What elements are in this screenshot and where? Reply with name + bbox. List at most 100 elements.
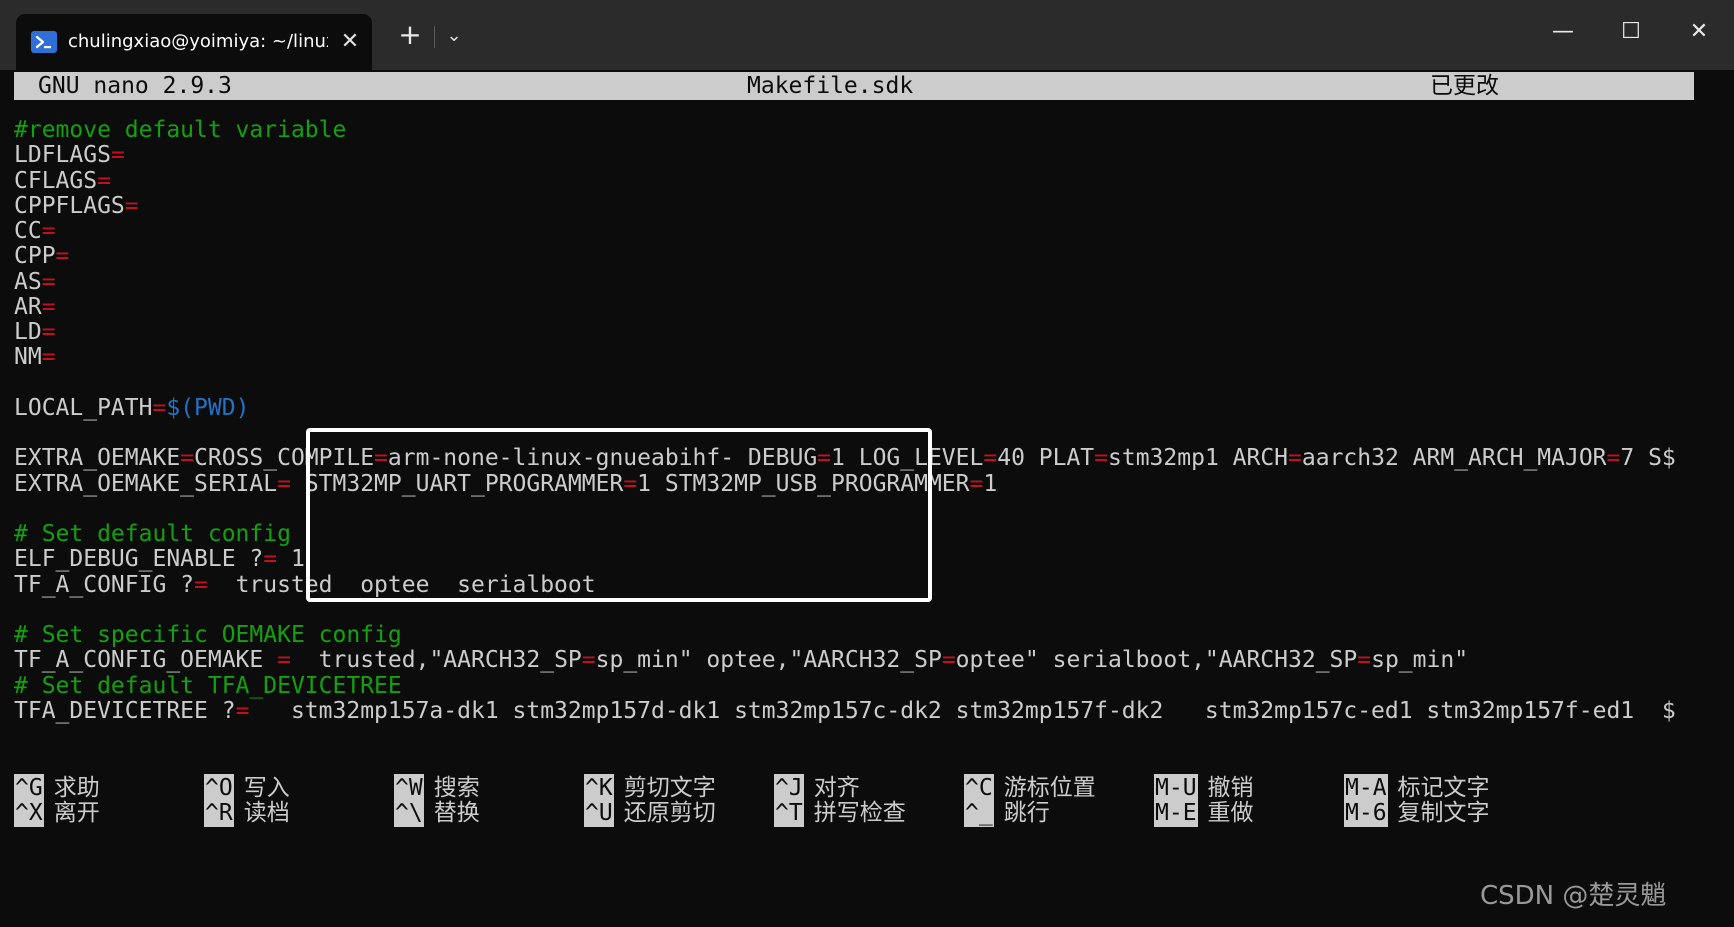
shortcut-item[interactable]: ^T 拼写检查 [774,799,906,827]
shortcut-key: M-U [1154,774,1198,802]
nano-filename: Makefile.sdk [747,73,914,99]
code-segment: = [1357,647,1372,674]
powershell-terminal-icon [31,31,57,53]
shortcut-key: ^U [584,799,614,827]
shortcut-item[interactable]: ^_ 跳行 [964,799,1050,827]
shortcut-key: ^R [204,799,234,827]
code-segment: # Set specific OEMAKE config [14,622,402,648]
shortcut-label: 搜索 [433,775,480,801]
shortcut-item[interactable]: M-E 重做 [1154,799,1254,827]
shortcut-label: 撤销 [1207,775,1254,801]
shortcut-label: 还原剪切 [623,800,716,826]
shortcut-label: 替换 [433,800,480,826]
code-line[interactable]: LD= [14,318,1714,346]
shortcut-label: 标记文字 [1397,775,1490,801]
code-segment: LOCAL_PATH [14,394,153,421]
code-segment: EXTRA_OEMAKE_SERIAL [14,470,278,497]
code-line[interactable]: CPPFLAGS= [14,192,1714,220]
shortcut-item[interactable]: ^W 搜索 [394,774,480,802]
title-bar: chulingxiao@yoimiya: ~/linux ✕ + ⌄ — ☐ ✕ [0,0,1734,70]
shortcut-key: ^G [14,774,44,802]
shortcut-item[interactable]: ^R 读档 [204,799,290,827]
terminal-window: chulingxiao@yoimiya: ~/linux ✕ + ⌄ — ☐ ✕… [0,0,1734,927]
close-tab-icon[interactable]: ✕ [334,26,366,58]
code-line[interactable]: LOCAL_PATH=$(PWD) [14,394,1714,422]
shortcut-key: M-E [1154,799,1198,827]
maximize-button[interactable]: ☐ [1597,8,1665,56]
shortcut-item[interactable]: ^C 游标位置 [964,774,1096,802]
code-segment: ELF_DEBUG_ENABLE ? [14,546,264,573]
code-line[interactable]: TF_A_CONFIG_OEMAKE = trusted,"AARCH32_SP… [14,646,1714,674]
nano-version: GNU nano 2.9.3 [38,73,232,99]
shortcut-label: 剪切文字 [623,775,716,801]
code-segment: # Set default config [14,521,291,547]
shortcut-key: ^K [584,774,614,802]
code-segment: AS [14,268,42,295]
code-segment: = [941,647,956,674]
shortcut-item[interactable]: M-A 标记文字 [1344,774,1490,802]
code-segment: NM [14,344,42,371]
shortcut-item[interactable]: M-U 撤销 [1154,774,1254,802]
shortcut-label: 读档 [243,800,290,826]
code-line[interactable]: LDFLAGS= [14,141,1714,169]
nano-header: GNU nano 2.9.3 Makefile.sdk 已更改 [14,72,1694,100]
code-segment: = [581,647,596,674]
new-tab-button[interactable]: + [390,16,430,56]
shortcut-label: 对齐 [813,775,860,801]
code-segment: = [41,218,56,244]
code-line[interactable]: TFA_DEVICETREE ?= stm32mp157a-dk1 stm32m… [14,697,1714,725]
nano-modified-status: 已更改 [1430,73,1499,99]
code-line[interactable] [14,369,1714,397]
shortcut-label: 拼写检查 [813,800,906,826]
shortcut-key: ^\ [394,799,424,827]
code-line[interactable]: CPP= [14,242,1714,270]
shortcut-key: M-6 [1344,799,1388,827]
code-segment: CC [14,218,42,244]
code-line[interactable]: CC= [14,217,1714,245]
code-segment: 1 [983,470,998,497]
shortcut-item[interactable]: ^K 剪切文字 [584,774,716,802]
code-segment: = [180,445,195,472]
code-segment: 40 PLAT [997,445,1095,472]
shortcut-key: ^C [964,774,994,802]
code-line[interactable]: AR= [14,293,1714,321]
code-line[interactable]: # Set default TFA_DEVICETREE [14,672,1714,700]
shortcut-item[interactable]: ^J 对齐 [774,774,860,802]
code-segment: = [1288,445,1302,472]
code-segment: = [152,394,167,421]
code-segment: 7 S$ [1620,445,1676,472]
watermark: CSDN @楚灵魈 [1480,881,1667,911]
code-line[interactable]: #remove default variable [14,116,1714,144]
shortcut-item[interactable]: ^U 还原剪切 [584,799,716,827]
code-segment: = [41,344,56,371]
close-window-button[interactable]: ✕ [1665,8,1733,56]
code-line[interactable]: AS= [14,268,1714,296]
terminal-tab[interactable]: chulingxiao@yoimiya: ~/linux ✕ [16,14,372,70]
code-segment: = [1606,445,1621,472]
shortcut-label: 写入 [243,775,290,801]
code-segment: = [235,697,250,724]
shortcut-key: ^J [774,774,804,802]
shortcut-item[interactable]: ^G 求助 [14,774,100,802]
shortcut-item[interactable]: ^\ 替换 [394,799,480,827]
code-segment: = [969,470,984,497]
code-line[interactable]: # Set specific OEMAKE config [14,621,1714,649]
shortcut-item[interactable]: ^O 写入 [204,774,290,802]
shortcut-item[interactable]: M-6 复制文字 [1344,799,1490,827]
highlight-annotation-box [306,428,932,602]
code-segment: stm32mp157a-dk1 stm32mp157d-dk1 stm32mp1… [249,697,1676,724]
code-segment: = [55,243,70,270]
shortcut-label: 跳行 [1003,800,1050,826]
code-segment: AR [14,293,42,320]
code-segment: sp_min" [1371,647,1469,674]
shortcut-item[interactable]: ^X 离开 [14,799,100,827]
chevron-down-icon[interactable]: ⌄ [436,16,472,56]
shortcut-label: 离开 [53,800,100,826]
code-line[interactable]: CFLAGS= [14,167,1714,195]
shortcut-key: ^T [774,799,804,827]
code-segment: LD [14,319,42,345]
minimize-button[interactable]: — [1529,8,1597,56]
code-segment: = [41,319,56,345]
code-line[interactable]: NM= [14,343,1714,371]
code-segment: EXTRA_OEMAKE [14,445,181,472]
